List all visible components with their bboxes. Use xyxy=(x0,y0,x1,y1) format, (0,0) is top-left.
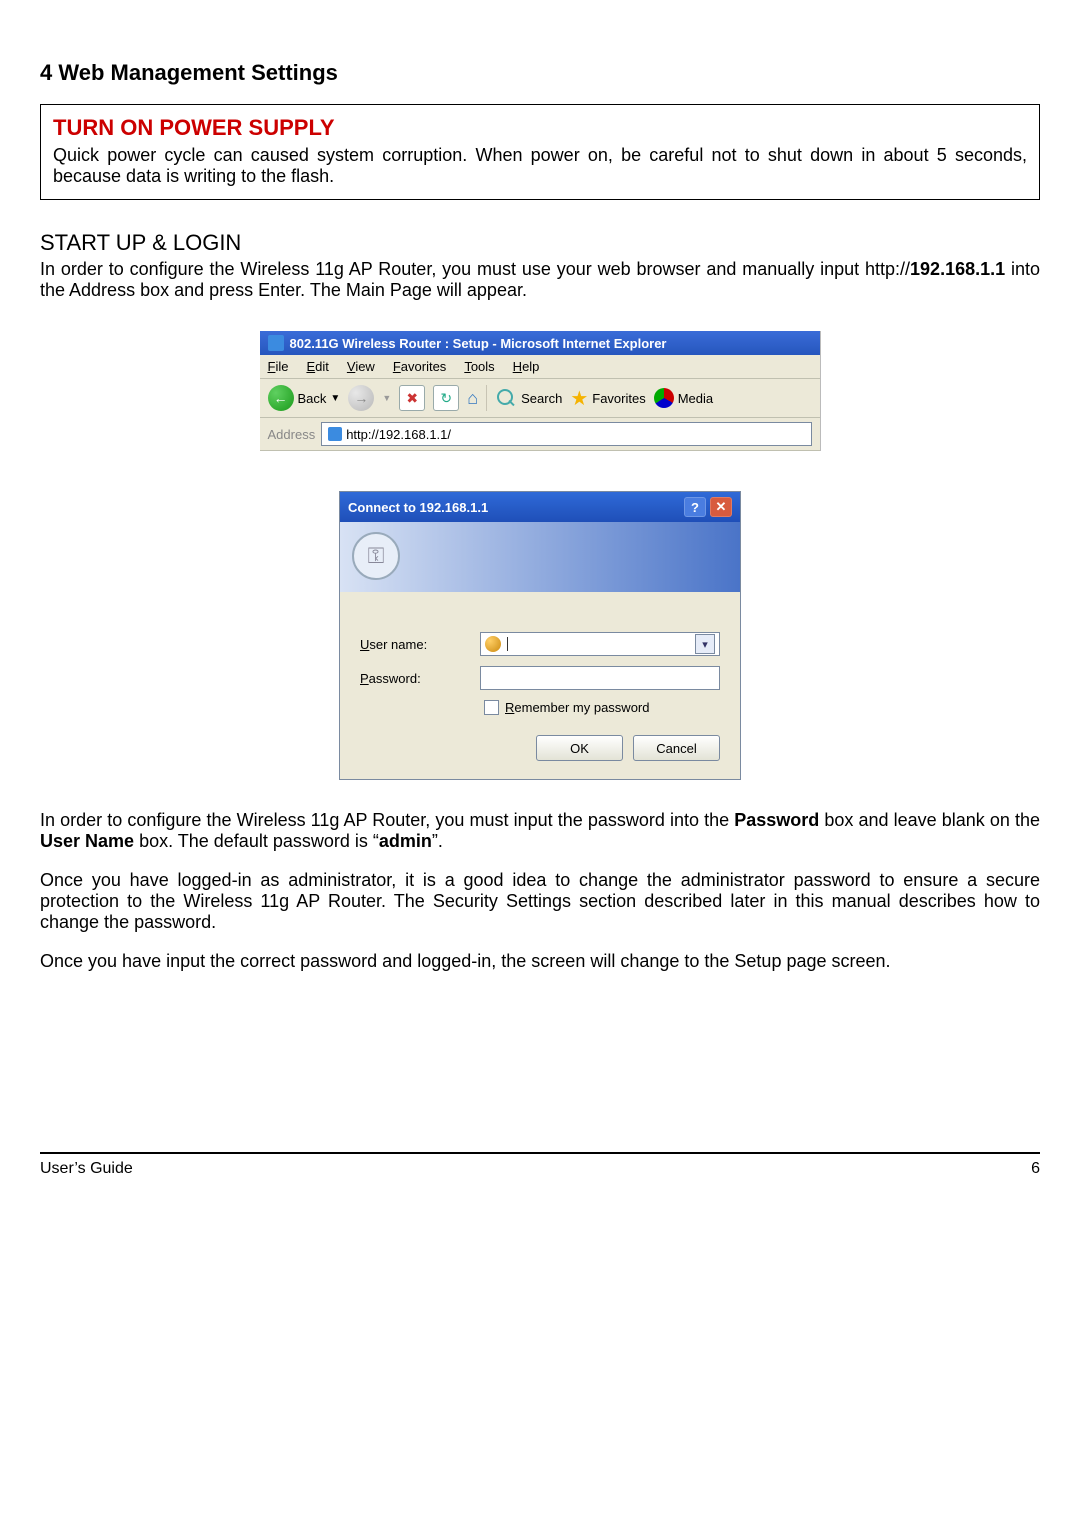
search-button[interactable]: Search xyxy=(495,387,562,409)
menu-favorites[interactable]: Favorites xyxy=(393,359,446,374)
paragraph-password-info: In order to configure the Wireless 11g A… xyxy=(40,810,1040,852)
home-icon[interactable]: ⌂ xyxy=(467,388,478,409)
media-button[interactable]: Media xyxy=(654,388,713,408)
menu-file[interactable]: File xyxy=(268,359,289,374)
auth-title: Connect to 192.168.1.1 xyxy=(348,500,488,515)
username-input[interactable]: ▾ xyxy=(480,632,720,656)
auth-body: User name: ▾ Password: Remember my passw… xyxy=(340,592,740,779)
auth-banner: ⚿ xyxy=(340,522,740,592)
ie-menubar: File Edit View Favorites Tools Help xyxy=(260,355,820,379)
chevron-down-icon: ▼ xyxy=(330,393,340,404)
warning-box: TURN ON POWER SUPPLY Quick power cycle c… xyxy=(40,104,1040,200)
text: box. The default password is “ xyxy=(134,831,379,851)
address-label: Address xyxy=(268,427,316,442)
ie-window: 802.11G Wireless Router : Setup - Micros… xyxy=(260,331,821,451)
back-button[interactable]: ← Back ▼ xyxy=(268,385,341,411)
menu-tools[interactable]: Tools xyxy=(464,359,494,374)
stop-icon[interactable]: ✖ xyxy=(399,385,425,411)
search-icon xyxy=(495,387,517,409)
help-button[interactable]: ? xyxy=(684,497,706,517)
page-footer: User’s Guide 6 xyxy=(40,1152,1040,1178)
text: ”. xyxy=(432,831,443,851)
username-label: User name: xyxy=(360,637,480,652)
star-icon: ★ xyxy=(570,386,588,411)
ie-title: 802.11G Wireless Router : Setup - Micros… xyxy=(290,336,667,351)
footer-page-number: 6 xyxy=(1031,1160,1040,1178)
text: In order to configure the Wireless 11g A… xyxy=(40,259,910,279)
back-icon: ← xyxy=(268,385,294,411)
menu-view[interactable]: View xyxy=(347,359,375,374)
menu-help[interactable]: Help xyxy=(513,359,540,374)
ie-icon xyxy=(268,335,284,351)
auth-titlebar: Connect to 192.168.1.1 ? ✕ xyxy=(340,492,740,522)
media-label: Media xyxy=(678,391,713,406)
page-icon xyxy=(328,427,342,441)
ie-toolbar: ← Back ▼ → ▼ ✖ ↻ ⌂ Search ★ Favorites Me… xyxy=(260,379,820,418)
media-icon xyxy=(654,388,674,408)
ok-button[interactable]: OK xyxy=(536,735,623,761)
warning-title: TURN ON POWER SUPPLY xyxy=(53,115,1027,141)
favorites-button[interactable]: ★ Favorites xyxy=(570,386,645,411)
address-input[interactable]: http://192.168.1.1/ xyxy=(321,422,811,446)
cancel-button[interactable]: Cancel xyxy=(633,735,720,761)
chevron-down-icon: ▼ xyxy=(382,393,391,403)
startup-paragraph: In order to configure the Wireless 11g A… xyxy=(40,259,1040,301)
divider xyxy=(486,385,487,411)
remember-label: Remember my password xyxy=(505,700,650,715)
text: In order to configure the Wireless 11g A… xyxy=(40,810,734,830)
search-label: Search xyxy=(521,391,562,406)
bold-password: Password xyxy=(734,810,819,830)
startup-heading: START UP & LOGIN xyxy=(40,230,1040,256)
remember-checkbox[interactable] xyxy=(484,700,499,715)
favorites-label: Favorites xyxy=(592,391,645,406)
footer-left: User’s Guide xyxy=(40,1160,133,1178)
user-icon xyxy=(485,636,501,652)
forward-icon[interactable]: → xyxy=(348,385,374,411)
cursor xyxy=(507,637,508,651)
paragraph-setup-redirect: Once you have input the correct password… xyxy=(40,951,1040,972)
address-value: http://192.168.1.1/ xyxy=(346,427,451,442)
section-heading: 4 Web Management Settings xyxy=(40,60,1040,86)
bold-admin: admin xyxy=(379,831,432,851)
username-dropdown[interactable]: ▾ xyxy=(695,634,715,654)
back-label: Back xyxy=(298,391,327,406)
menu-edit[interactable]: Edit xyxy=(306,359,328,374)
paragraph-admin-advice: Once you have logged-in as administrator… xyxy=(40,870,1040,933)
bold-username: User Name xyxy=(40,831,134,851)
refresh-icon[interactable]: ↻ xyxy=(433,385,459,411)
keys-icon: ⚿ xyxy=(352,532,400,580)
ie-titlebar: 802.11G Wireless Router : Setup - Micros… xyxy=(260,331,820,355)
password-label: Password: xyxy=(360,671,480,686)
warning-text: Quick power cycle can caused system corr… xyxy=(53,145,1027,187)
close-button[interactable]: ✕ xyxy=(710,497,732,517)
password-input[interactable] xyxy=(480,666,720,690)
ie-addressbar: Address http://192.168.1.1/ xyxy=(260,418,820,451)
ip-bold: 192.168.1.1 xyxy=(910,259,1005,279)
auth-dialog: Connect to 192.168.1.1 ? ✕ ⚿ User name: … xyxy=(339,491,741,780)
text: box and leave blank on the xyxy=(819,810,1040,830)
